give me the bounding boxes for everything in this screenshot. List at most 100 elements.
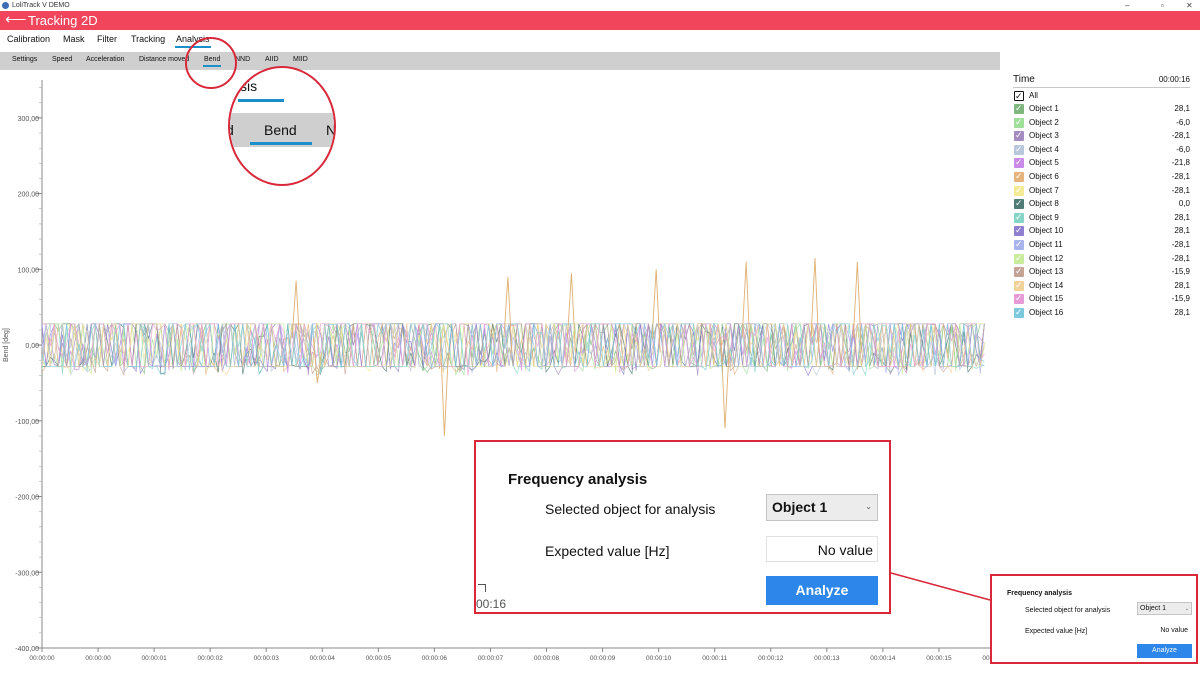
object-value: -6,0 [1176, 117, 1190, 127]
object-checkbox[interactable] [1014, 279, 1024, 291]
spike-mark [439, 337, 449, 436]
y-tick-label: 200,00 [18, 192, 40, 199]
object-checkbox[interactable] [1014, 306, 1024, 318]
object-checkbox[interactable] [1014, 211, 1024, 223]
object-checkbox[interactable] [1014, 265, 1024, 278]
object-value: 28,1 [1174, 226, 1190, 236]
object-value: -28,1 [1171, 253, 1190, 263]
object-checkbox[interactable] [1014, 224, 1024, 237]
y-tick-label: -100,00 [15, 419, 39, 426]
object-name: Object 8 [1029, 199, 1059, 209]
object-row[interactable]: Object 10 28,1 [1014, 224, 1190, 238]
object-name: Object 6 [1029, 172, 1059, 181]
object-row[interactable]: Object 4 -6,0 [1014, 143, 1190, 157]
object-value: 0,0 [1178, 199, 1190, 209]
time-value: 00:00:16 [1158, 75, 1190, 84]
object-value: -28,1 [1171, 131, 1190, 141]
object-checkbox[interactable] [1014, 252, 1024, 264]
expected-value-input[interactable]: No value [766, 536, 878, 562]
window-title: LoliTrack V DEMO [12, 2, 70, 9]
tab-acceleration[interactable]: Acceleration [86, 56, 125, 63]
object-row[interactable]: Object 5 -21,8 [1014, 156, 1190, 170]
tab-speed[interactable]: Speed [52, 56, 72, 63]
object-value: -28,1 [1171, 240, 1190, 249]
menu-mask[interactable]: Mask [63, 34, 85, 44]
tab-nnd[interactable]: NND [235, 56, 250, 63]
object-panel: Time 00:00:16 All Object 1 28,1 Object 2 -6… [1010, 72, 1190, 332]
x-tick-label: 00:00:15 [926, 655, 952, 662]
object-name: Object 2 [1029, 117, 1059, 127]
object-checkbox[interactable] [1014, 292, 1024, 305]
tab-distance-moved[interactable]: Distance moved [139, 56, 189, 63]
x-tick-label: 00:00:04 [310, 655, 336, 662]
menu-tracking[interactable]: Tracking [131, 34, 165, 44]
expected-value-input-small[interactable]: No value [1160, 627, 1188, 634]
object-row[interactable]: Object 7 -28,1 [1014, 184, 1190, 198]
object-checkbox[interactable] [1014, 143, 1024, 155]
object-name: Object 15 [1029, 294, 1064, 304]
selected-object-dropdown-small[interactable]: Object 1 ⌄ [1137, 602, 1192, 615]
frequency-panel-zoomed: Frequency analysis Selected object for a… [474, 440, 891, 614]
object-value: -28,1 [1171, 185, 1190, 195]
main-menu: Calibration Mask Filter Tracking Analysi… [0, 30, 1200, 50]
x-tick-label: 00:00:06 [422, 655, 448, 662]
page-title: Tracking 2D [28, 13, 98, 28]
object-checkbox[interactable] [1014, 116, 1024, 128]
object-row[interactable]: Object 3 -28,1 [1014, 129, 1190, 143]
checkbox-all[interactable] [1014, 90, 1024, 102]
object-value: -6,0 [1176, 144, 1190, 154]
object-row[interactable]: Object 11 -28,1 [1014, 238, 1190, 252]
time-readout: 00:16 [476, 597, 507, 611]
tab-aiid[interactable]: AIID [265, 56, 279, 63]
object-row[interactable]: Object 16 28,1 [1014, 306, 1190, 320]
object-checkbox[interactable] [1014, 184, 1024, 196]
magnified-bend-underline [250, 142, 312, 145]
object-row[interactable]: Object 13 -15,9 [1014, 265, 1190, 279]
object-checkbox[interactable] [1014, 197, 1024, 210]
menu-filter[interactable]: Filter [97, 34, 117, 44]
object-checkbox[interactable] [1014, 129, 1024, 142]
x-tick-label: 00:00:09 [590, 655, 616, 662]
menu-calibration[interactable]: Calibration [7, 34, 50, 44]
y-axis-label: Bend [deg] [3, 328, 10, 362]
minimize-icon[interactable]: – [1125, 0, 1129, 11]
expected-value-label: Expected value [Hz] [545, 543, 670, 559]
object-row[interactable]: Object 9 28,1 [1014, 211, 1190, 225]
highlight-circle [185, 37, 237, 89]
app-header: ⟵ Tracking 2D [0, 11, 1200, 30]
analyze-button-small[interactable]: Analyze [1137, 644, 1192, 658]
object-checkbox[interactable] [1014, 156, 1024, 169]
analysis-sub-tabs: Settings Speed Acceleration Distance mov… [0, 52, 1000, 70]
close-icon[interactable]: ✕ [1186, 0, 1193, 11]
selected-object-dropdown[interactable]: Object 1 ⌄ [766, 494, 878, 521]
analyze-button[interactable]: Analyze [766, 576, 878, 605]
object-checkbox[interactable] [1014, 170, 1024, 182]
maximize-icon[interactable]: ▫ [1161, 0, 1164, 11]
y-tick-label: 300,00 [18, 116, 40, 123]
x-tick-label: 00:00:13 [814, 655, 840, 662]
object-value: 28,1 [1174, 104, 1190, 113]
object-value: -28,1 [1171, 172, 1190, 181]
y-tick-label: -300,00 [15, 570, 39, 577]
object-row[interactable]: Object 6 -28,1 [1014, 170, 1190, 184]
time-divider [1013, 87, 1190, 88]
tab-settings[interactable]: Settings [12, 56, 37, 63]
object-row[interactable]: Object 2 -6,0 [1014, 116, 1190, 130]
tab-miid[interactable]: MIID [293, 56, 308, 63]
magnified-n-text: N [326, 122, 336, 138]
object-row[interactable]: Object 12 -28,1 [1014, 252, 1190, 266]
object-checkbox[interactable] [1014, 238, 1024, 250]
arrow-left-icon[interactable]: ⟵ [5, 11, 27, 29]
object-row[interactable]: Object 1 28,1 [1014, 102, 1190, 116]
x-tick-label: 00:00:07 [478, 655, 504, 662]
object-row[interactable]: Object 15 -15,9 [1014, 292, 1190, 306]
object-checkbox[interactable] [1014, 102, 1024, 114]
object-row[interactable]: Object 14 28,1 [1014, 279, 1190, 293]
object-row[interactable]: Object 8 0,0 [1014, 197, 1190, 211]
object-label-all: All [1029, 91, 1038, 100]
object-row-all[interactable]: All [1014, 90, 1190, 103]
object-name: Object 10 [1029, 226, 1064, 236]
y-tick-label: -200,00 [15, 495, 39, 502]
x-tick-label: 00:00:03 [254, 655, 280, 662]
object-name: Object 5 [1029, 158, 1059, 168]
